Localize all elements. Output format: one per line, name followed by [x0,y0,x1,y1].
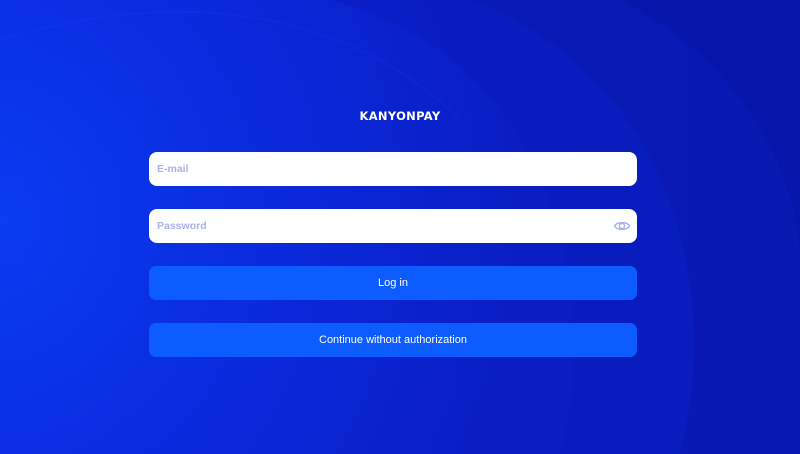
email-input[interactable] [149,152,597,186]
login-panel: KANYONPAY Log in Continue without author… [0,0,800,454]
password-input[interactable] [149,209,597,243]
email-field[interactable] [149,152,637,186]
login-screen: KANYONPAY Log in Continue without author… [0,0,800,454]
login-button[interactable]: Log in [149,266,637,300]
brand-logo: KANYONPAY [359,109,441,123]
continue-without-authorization-button[interactable]: Continue without authorization [149,323,637,357]
password-field[interactable] [149,209,637,243]
eye-icon[interactable] [613,218,631,234]
